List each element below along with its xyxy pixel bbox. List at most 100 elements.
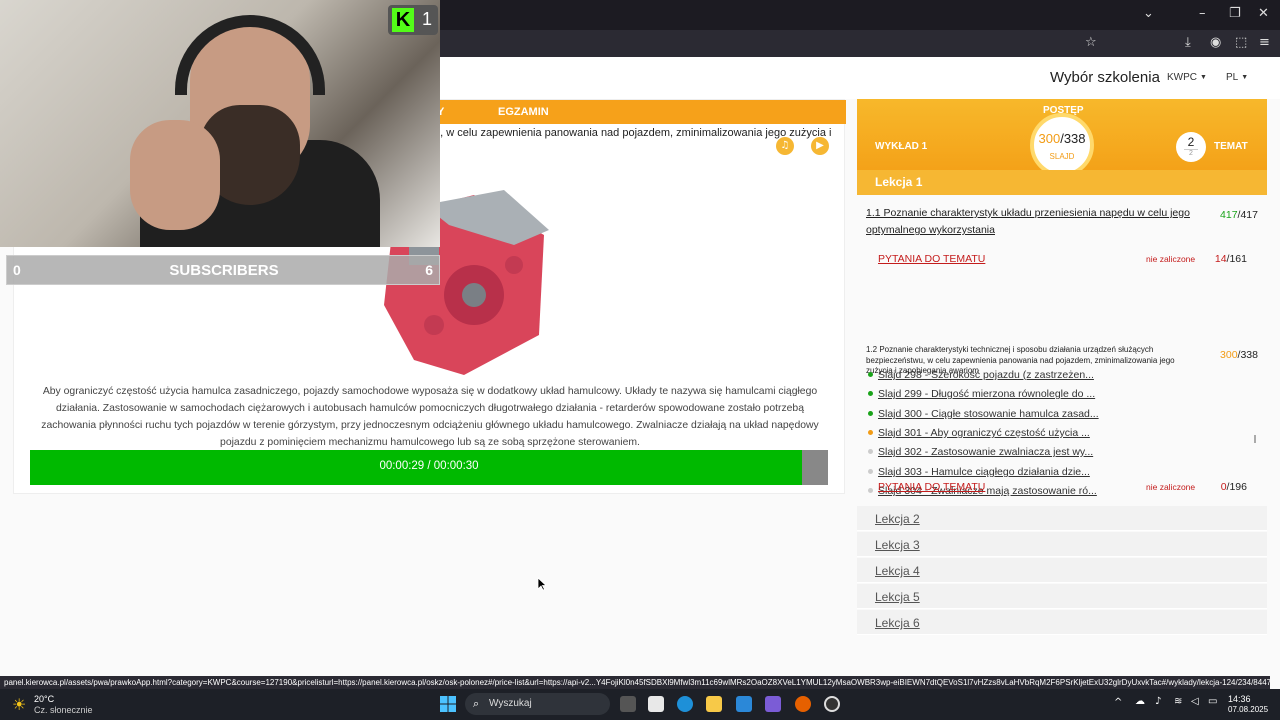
topic-number: 2: [1187, 135, 1195, 149]
subscribers-right: 6: [425, 262, 433, 278]
slide-item[interactable]: Slajd 299 - Długość mierzona równolegle …: [868, 388, 1095, 400]
subscribers-left: 0: [13, 262, 21, 278]
questions-status-1: nie zaliczone: [1146, 254, 1196, 264]
lesson-3-item[interactable]: Lekcja 3: [857, 532, 1267, 557]
onedrive-icon[interactable]: ☁: [1135, 696, 1145, 707]
slide-item[interactable]: Slajd 302 - Zastosowanie zwalniacza jest…: [868, 446, 1093, 458]
weather-temp[interactable]: 20°C: [34, 694, 54, 704]
language-label: PL: [1226, 72, 1239, 83]
lesson-label: Lekcja 5: [875, 590, 920, 604]
slide-description: Aby ograniczyć częstość użycia hamulca z…: [41, 386, 819, 448]
weather-icon[interactable]: ☀: [12, 695, 26, 714]
headset-icon: [175, 15, 325, 95]
subscribers-label: SUBSCRIBERS: [169, 262, 279, 279]
volume-icon[interactable]: ◁: [1191, 696, 1199, 707]
choose-training-link[interactable]: Wybór szkolenia: [1050, 69, 1160, 86]
close-icon[interactable]: ✕: [1258, 6, 1269, 21]
download-icon[interactable]: ⤓: [1185, 35, 1191, 50]
tray-chevron-icon[interactable]: ^: [1114, 697, 1122, 708]
lesson-4-item[interactable]: Lekcja 4: [857, 558, 1267, 583]
edge-icon[interactable]: [677, 696, 693, 712]
lesson-5-item[interactable]: Lekcja 5: [857, 584, 1267, 609]
topic-1-1-count: 417/417: [1220, 209, 1258, 221]
lesson-label: Lekcja 2: [875, 512, 920, 526]
minimize-icon[interactable]: –: [1199, 6, 1206, 21]
topic-1-2-done: 300: [1220, 349, 1238, 361]
slide-item-label: Slajd 301 - Aby ograniczyć częstość użyc…: [878, 427, 1090, 439]
questions-total-2: 196: [1229, 481, 1247, 493]
play-icon[interactable]: ▶: [811, 137, 829, 155]
audio-icon[interactable]: ♫: [776, 137, 794, 155]
slide-item[interactable]: Slajd 300 - Ciągłe stosowanie hamulca za…: [868, 408, 1099, 420]
streamer-hands: [130, 120, 220, 230]
slide-timer-bar: 00:00:29 / 00:00:30: [30, 450, 828, 485]
caret-down-icon: ▼: [1200, 74, 1207, 81]
topic-1-2-count: 300/338: [1220, 349, 1258, 361]
bookmark-star-icon[interactable]: ☆: [1085, 35, 1097, 50]
search-icon: ⌕: [473, 697, 480, 710]
slide-item-label: Slajd 302 - Zastosowanie zwalniacza jest…: [878, 446, 1094, 458]
done-dot-icon: [868, 391, 873, 396]
tab-list-chevron-icon[interactable]: ⌄: [1143, 6, 1154, 21]
lesson-2-item[interactable]: Lekcja 2: [857, 506, 1267, 531]
mail-icon[interactable]: [736, 696, 752, 712]
copilot-icon[interactable]: [765, 696, 781, 712]
kick-viewers-badge: K 1: [388, 5, 438, 35]
topic-label: TEMAT: [1214, 141, 1248, 152]
wifi-icon[interactable]: ≋: [1174, 696, 1182, 707]
caret-down-icon: ▼: [1241, 74, 1249, 81]
menu-icon[interactable]: ≡: [1259, 35, 1270, 50]
slide-list-scrollbar[interactable]: [1254, 435, 1256, 443]
topic-total: 2: [1184, 149, 1198, 157]
course-select[interactable]: KWPC ▼: [1167, 72, 1207, 83]
store-icon[interactable]: [648, 696, 664, 712]
weather-desc: Cz. słonecznie: [34, 705, 93, 715]
language-select[interactable]: PL ▼: [1226, 72, 1248, 83]
link-status-bar: panel.kierowca.pl/assets/pwa/prawkoApp.h…: [0, 676, 1270, 689]
lesson-6-item[interactable]: Lekcja 6: [857, 610, 1267, 635]
lesson-1-label: Lekcja 1: [875, 175, 923, 189]
questions-link-1[interactable]: PYTANIA DO TEMATU: [878, 253, 985, 265]
kick-logo-icon: K: [392, 8, 414, 32]
subscribers-bar: SUBSCRIBERS 0 6: [6, 255, 440, 285]
todo-dot-icon: [868, 469, 873, 474]
taskbar: ☀ 20°C Cz. słonecznie ⌕ Wyszukaj ^ ☁ ♪ ≋…: [0, 689, 1280, 720]
search-placeholder: Wyszukaj: [489, 698, 532, 709]
questions-count-2: 0/196: [1221, 481, 1247, 493]
tab-exam[interactable]: EGZAMIN: [498, 106, 549, 118]
account-icon[interactable]: ◉: [1210, 35, 1221, 50]
questions-count-1: 14/161: [1215, 253, 1247, 265]
questions-row-1: PYTANIA DO TEMATU nie zaliczone 14/161: [857, 249, 1267, 271]
topic-circle: 2 2: [1176, 132, 1206, 162]
questions-total-1: 161: [1229, 253, 1247, 265]
topic-1-1-total: 417: [1240, 209, 1258, 221]
microphone-icon[interactable]: ♪: [1155, 696, 1161, 707]
taskbar-search[interactable]: ⌕ Wyszukaj: [465, 693, 610, 715]
extensions-icon[interactable]: ⬚: [1235, 35, 1247, 50]
lesson-label: Lekcja 6: [875, 616, 920, 630]
topic-1-1-link[interactable]: 1.1 Poznanie charakterystyk układu przen…: [866, 205, 1196, 239]
lesson-1-header[interactable]: Lekcja 1: [857, 170, 1267, 195]
lecture-label: WYKŁAD 1: [875, 141, 928, 152]
slide-item-label: Slajd 299 - Długość mierzona równolegle …: [878, 388, 1096, 400]
questions-link-2[interactable]: PYTANIA DO TEMATU: [878, 481, 985, 493]
firefox-icon[interactable]: [795, 696, 811, 712]
task-view-icon[interactable]: [620, 696, 636, 712]
slide-item[interactable]: Slajd 298 - Szerokość pojazdu (z zastrze…: [868, 369, 1094, 381]
progress-total: 338: [1063, 131, 1086, 146]
course-label: KWPC: [1167, 72, 1197, 83]
questions-row-2: PYTANIA DO TEMATU nie zaliczone 0/196: [857, 477, 1267, 499]
slide-item[interactable]: Slajd 301 - Aby ograniczyć częstość użyc…: [868, 427, 1090, 439]
battery-icon[interactable]: ▭: [1208, 696, 1217, 707]
clock-date[interactable]: 07.08.2025: [1228, 705, 1268, 714]
slide-label: SLAJD: [1049, 152, 1075, 161]
mouse-cursor-icon: [537, 577, 547, 591]
kick-viewer-count: 1: [422, 9, 433, 29]
webcam-overlay: K 1: [0, 0, 440, 247]
obs-icon[interactable]: [824, 696, 840, 712]
slide-item-label: Slajd 298 - Szerokość pojazdu (z zastrze…: [878, 369, 1094, 381]
clock-time[interactable]: 14:36: [1228, 694, 1251, 704]
windows-start-icon[interactable]: [440, 696, 456, 712]
file-explorer-icon[interactable]: [706, 696, 722, 712]
restore-icon[interactable]: ❐: [1229, 6, 1241, 21]
